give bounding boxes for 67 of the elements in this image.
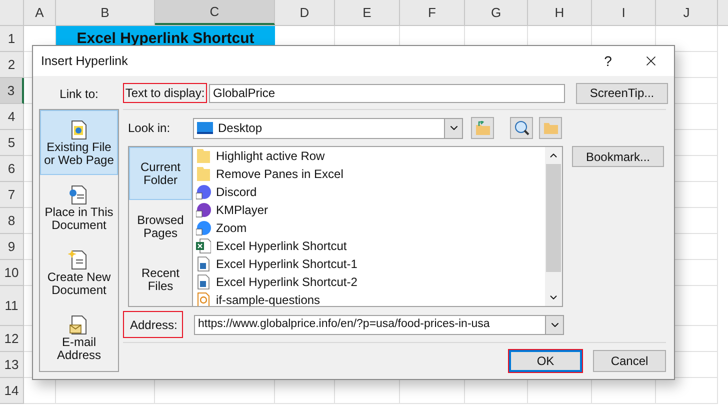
file-item[interactable]: Excel Hyperlink Shortcut xyxy=(196,237,545,255)
column-header[interactable]: E xyxy=(335,0,400,25)
folder-icon xyxy=(196,166,211,182)
look-in-dropdown[interactable]: Desktop xyxy=(193,118,463,138)
row-header[interactable]: 8 xyxy=(0,208,24,234)
folder-icon xyxy=(542,122,558,134)
row-header[interactable]: 14 xyxy=(0,378,24,404)
file-item[interactable]: KMPlayer xyxy=(196,201,545,219)
file-item[interactable]: Discord xyxy=(196,183,545,201)
dialog-button[interactable]: OK xyxy=(509,350,582,372)
link-to-label: Link to: xyxy=(60,86,98,103)
column-header[interactable]: F xyxy=(400,0,465,25)
column-header[interactable]: G xyxy=(465,0,528,25)
row-header[interactable]: 2 xyxy=(0,52,24,78)
globe-search-icon xyxy=(514,120,530,136)
file-item[interactable]: Highlight active Row xyxy=(196,147,545,165)
look-in-label: Look in: xyxy=(128,120,172,137)
source-tab[interactable]: Recent Files xyxy=(129,253,192,306)
column-header[interactable]: H xyxy=(528,0,592,25)
row-header[interactable]: 12 xyxy=(0,326,24,352)
desktop-icon xyxy=(197,122,213,134)
app-icon xyxy=(196,202,211,218)
row-header[interactable]: 6 xyxy=(0,156,24,182)
file-item[interactable]: Remove Panes in Excel xyxy=(196,165,545,183)
address-field[interactable]: https://www.globalprice.info/en/?p=usa/food-prices-in-usa xyxy=(194,314,564,334)
file-item[interactable]: Excel Hyperlink Shortcut-1 xyxy=(196,255,545,273)
source-tab[interactable]: Browsed Pages xyxy=(129,200,192,253)
text-to-display-label: Text to display: xyxy=(123,83,207,103)
column-header[interactable]: D xyxy=(275,0,335,25)
row-header[interactable]: 10 xyxy=(0,260,24,286)
bookmark-button[interactable]: Bookmark... xyxy=(572,146,664,167)
column-header[interactable]: C xyxy=(155,0,275,25)
row-header[interactable]: 1 xyxy=(0,26,24,52)
row-header[interactable]: 5 xyxy=(0,130,24,156)
folder-up-icon xyxy=(474,121,490,135)
file-item[interactable]: Excel Hyperlink Shortcut-2 xyxy=(196,273,545,291)
row-header[interactable]: 4 xyxy=(0,104,24,130)
link-type-tab[interactable]: E-mail Address xyxy=(40,305,118,370)
row-header[interactable]: 13 xyxy=(0,352,24,378)
screentip-button[interactable]: ScreenTip... xyxy=(576,82,668,104)
help-button[interactable]: ? xyxy=(588,46,628,76)
address-label: Address: xyxy=(123,311,183,338)
app-icon xyxy=(196,184,211,200)
row-header[interactable]: 7 xyxy=(0,182,24,208)
image-file-icon xyxy=(196,256,211,272)
window-title: Insert Hyperlink xyxy=(41,52,129,70)
image-file-icon xyxy=(196,274,211,290)
link-type-tab[interactable]: Existing File or Web Page xyxy=(40,110,118,175)
file-item[interactable]: Zoom xyxy=(196,219,545,237)
browse-web-button[interactable] xyxy=(510,117,533,139)
row-header[interactable]: 3 xyxy=(0,78,24,104)
app-icon xyxy=(196,220,211,236)
link-type-tab[interactable]: Create New Document xyxy=(40,240,118,305)
folder-icon xyxy=(196,148,211,164)
scrollbar[interactable] xyxy=(545,147,562,306)
up-folder-button[interactable] xyxy=(471,117,494,139)
row-header[interactable]: 11 xyxy=(0,286,24,326)
source-tab[interactable]: Current Folder xyxy=(129,147,192,200)
dialog-button[interactable]: Cancel xyxy=(593,350,666,372)
link-type-tab[interactable]: Place in This Document xyxy=(40,175,118,240)
browse-file-button[interactable] xyxy=(539,117,562,139)
column-header[interactable]: J xyxy=(656,0,718,25)
column-header[interactable]: I xyxy=(592,0,656,25)
row-header[interactable]: 9 xyxy=(0,234,24,260)
spreadsheet-icon xyxy=(196,238,211,254)
text-to-display-field[interactable]: GlobalPrice xyxy=(209,84,565,102)
column-header[interactable]: A xyxy=(24,0,56,25)
